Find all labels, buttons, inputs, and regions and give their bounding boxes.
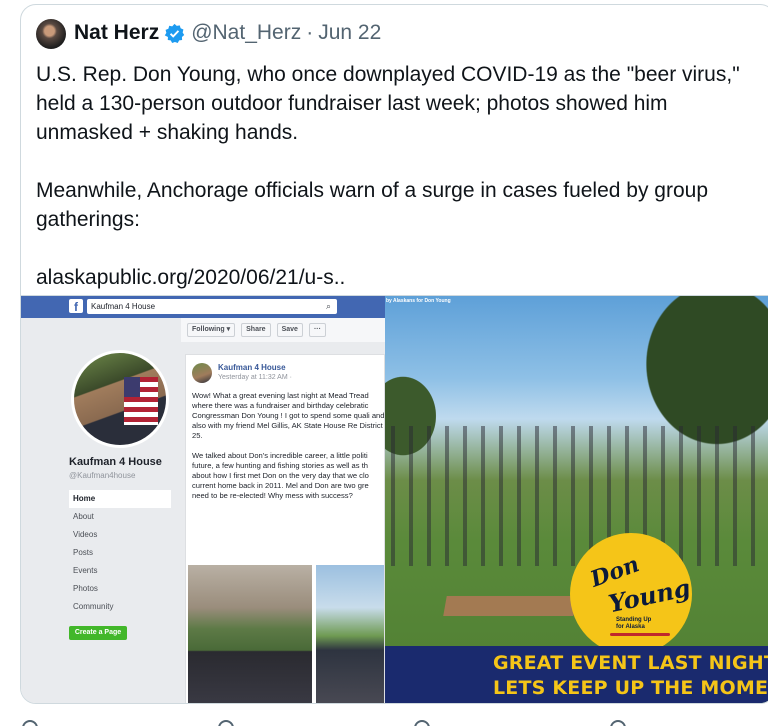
facebook-logo-icon: f	[69, 299, 83, 314]
like-icon[interactable]	[414, 720, 430, 726]
search-icon: ⌕	[325, 301, 331, 311]
retweet-icon[interactable]	[218, 720, 234, 726]
flag-icon	[124, 377, 158, 425]
tweet-card[interactable]: Nat Herz @Nat_Herz · Jun 22 U.S. Rep. Do…	[20, 4, 768, 704]
tweet-date[interactable]: Jun 22	[318, 21, 381, 45]
reply-icon[interactable]	[22, 720, 38, 726]
fb-post-avatar	[192, 363, 212, 383]
verified-badge-icon	[164, 23, 185, 44]
tweet-link[interactable]: alaskapublic.org/2020/06/21/u-s..	[36, 266, 345, 289]
fb-post-body: Wow! What a great evening last night at …	[192, 391, 385, 500]
author-name[interactable]: Nat Herz	[74, 21, 159, 45]
tweet-text: U.S. Rep. Don Young, who once downplayed…	[36, 60, 758, 292]
tweet-paragraph-2: Meanwhile, Anchorage officials warn of a…	[36, 179, 709, 231]
tweet-actions	[20, 708, 720, 726]
fb-topbar: f Kaufman 4 House ⌕	[21, 296, 385, 318]
fb-post-time: Yesterday at 11:32 AM ·	[218, 374, 292, 381]
fb-post-photo	[316, 565, 384, 703]
fb-nav-posts: Posts	[73, 548, 94, 557]
fb-post-photo	[188, 565, 312, 703]
fb-nav: Home About Videos Posts Events Photos Co…	[69, 490, 171, 616]
photo-caption: by Alaskans for Don Young	[386, 298, 451, 304]
separator: ·	[306, 21, 314, 44]
fb-nav-home: Home	[69, 490, 171, 508]
fb-toolbar: Following ▾ Share Save ···	[181, 318, 385, 342]
fb-following-button: Following ▾	[187, 323, 236, 337]
crowd	[385, 426, 768, 566]
fb-search-value: Kaufman 4 House	[91, 302, 156, 311]
don-young-logo: Don Young Standing Up for Alaska	[570, 533, 693, 655]
fb-sidebar: Kaufman 4 House @Kaufman4house Home Abou…	[21, 318, 181, 703]
fb-profile-photo	[71, 350, 169, 448]
fb-search-input: Kaufman 4 House ⌕	[87, 299, 337, 314]
banner-line-2: LETS KEEP UP THE MOMENTU	[493, 677, 768, 699]
fb-nav-photos: Photos	[73, 584, 98, 593]
logo-swoosh	[610, 633, 670, 636]
facebook-screenshot: f Kaufman 4 House ⌕ Kaufman 4 House @Kauf…	[21, 296, 385, 703]
event-photo: Don Young Standing Up for Alaska GREAT E…	[385, 296, 768, 703]
fb-nav-videos: Videos	[73, 530, 98, 539]
fb-save-button: Save	[276, 323, 303, 337]
tweet-header: Nat Herz @Nat_Herz · Jun 22	[74, 21, 381, 45]
fb-more-button: ···	[308, 323, 326, 337]
bench	[443, 596, 577, 616]
fb-share-button: Share	[241, 323, 271, 337]
banner-line-1: GREAT EVENT LAST NIGHT	[493, 652, 768, 674]
fb-page-name: Kaufman 4 House	[69, 456, 162, 468]
fb-post-author: Kaufman 4 House	[218, 363, 286, 372]
fb-nav-events: Events	[73, 566, 98, 575]
share-icon[interactable]	[610, 720, 626, 726]
fb-page-handle: @Kaufman4house	[69, 471, 136, 480]
logo-tagline: Standing Up for Alaska	[616, 617, 652, 630]
avatar[interactable]	[36, 19, 66, 49]
fb-nav-about: About	[73, 512, 94, 521]
author-handle[interactable]: @Nat_Herz	[191, 21, 301, 45]
tweet-paragraph-1: U.S. Rep. Don Young, who once downplayed…	[36, 63, 740, 144]
fb-create-page-button: Create a Page	[69, 626, 127, 640]
tweet-media[interactable]: f Kaufman 4 House ⌕ Kaufman 4 House @Kauf…	[21, 295, 768, 703]
fb-post: Kaufman 4 House Yesterday at 11:32 AM · …	[185, 354, 385, 703]
event-banner: GREAT EVENT LAST NIGHT LETS KEEP UP THE …	[385, 646, 768, 703]
fb-nav-community: Community	[73, 602, 114, 611]
